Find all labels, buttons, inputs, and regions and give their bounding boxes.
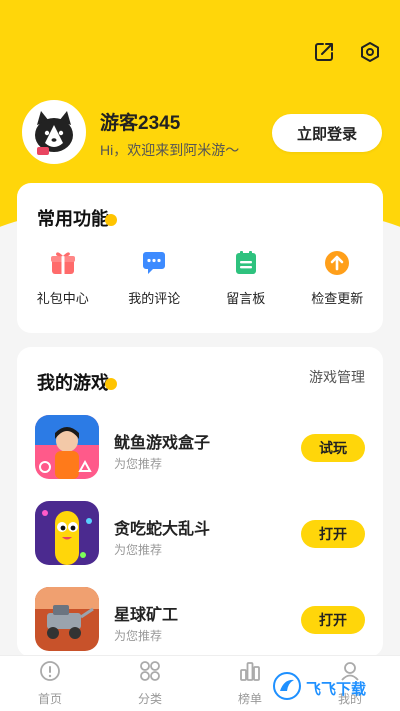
comment-icon (139, 248, 169, 278)
game-icon-squid (35, 415, 99, 479)
game-subtitle: 为您推荐 (114, 543, 163, 557)
game-name: 星球矿工 (114, 607, 179, 624)
message-board-icon (231, 248, 261, 278)
game-item[interactable]: 星球矿工 为您推荐 打开 (35, 587, 365, 651)
section-title-text: 我的游戏 (37, 373, 109, 393)
game-name: 鱿鱼游戏盒子 (114, 435, 211, 452)
watermark-text: 飞飞下载 (306, 680, 367, 698)
game-action-button[interactable]: 打开 (301, 520, 365, 548)
function-label: 礼包中心 (36, 291, 89, 306)
tab-label: 榜单 (237, 692, 262, 706)
game-icon-planet-miner (35, 587, 99, 651)
category-icon (139, 660, 161, 687)
title-accent-dot (105, 378, 117, 391)
function-label: 检查更新 (311, 291, 364, 306)
update-icon (322, 248, 352, 278)
section-title: 常用功能 (37, 205, 117, 231)
tab-home[interactable]: 首页 (0, 656, 100, 711)
header-actions (312, 40, 382, 64)
section-title: 我的游戏 (37, 369, 117, 395)
watermark-logo-icon (272, 671, 302, 706)
tab-label: 首页 (37, 692, 62, 706)
tab-label: 分类 (137, 692, 162, 706)
common-functions-card: 常用功能 礼包中心 我的评论 留言板 检查更新 (17, 183, 383, 333)
game-action-button[interactable]: 打开 (301, 606, 365, 634)
avatar[interactable] (22, 100, 86, 164)
function-list: 礼包中心 我的评论 留言板 检查更新 (17, 248, 383, 307)
gift-icon (48, 248, 78, 278)
function-check-update[interactable]: 检查更新 (292, 248, 384, 307)
game-action-button[interactable]: 试玩 (301, 434, 365, 462)
login-button[interactable]: 立即登录 (272, 114, 382, 152)
site-watermark: 飞飞下载 (272, 671, 392, 705)
ranking-icon (239, 660, 261, 687)
function-message-board[interactable]: 留言板 (200, 248, 292, 307)
function-my-comments[interactable]: 我的评论 (109, 248, 201, 307)
function-gift-center[interactable]: 礼包中心 (17, 248, 109, 307)
game-subtitle: 为您推荐 (114, 629, 163, 643)
function-label: 我的评论 (128, 291, 181, 306)
game-item[interactable]: 贪吃蛇大乱斗 为您推荐 打开 (35, 501, 365, 565)
game-name: 贪吃蛇大乱斗 (114, 521, 211, 538)
game-item[interactable]: 鱿鱼游戏盒子 为您推荐 试玩 (35, 415, 365, 479)
function-label: 留言板 (226, 291, 266, 306)
tab-category[interactable]: 分类 (100, 656, 200, 711)
home-icon (39, 660, 61, 687)
title-accent-dot (105, 214, 117, 227)
game-manage-link[interactable]: 游戏管理 (309, 367, 365, 387)
game-icon-snake (35, 501, 99, 565)
settings-icon[interactable] (358, 40, 382, 64)
greeting-text: Hi，欢迎来到阿米游～ (100, 142, 240, 158)
share-icon[interactable] (312, 40, 336, 64)
username: 游客2345 (100, 113, 181, 134)
section-title-text: 常用功能 (37, 209, 109, 229)
game-subtitle: 为您推荐 (114, 457, 163, 471)
my-games-card: 我的游戏 游戏管理 鱿鱼游戏盒子 为您推荐 试玩 贪吃蛇大乱斗 为您推荐 打开 … (17, 347, 383, 657)
